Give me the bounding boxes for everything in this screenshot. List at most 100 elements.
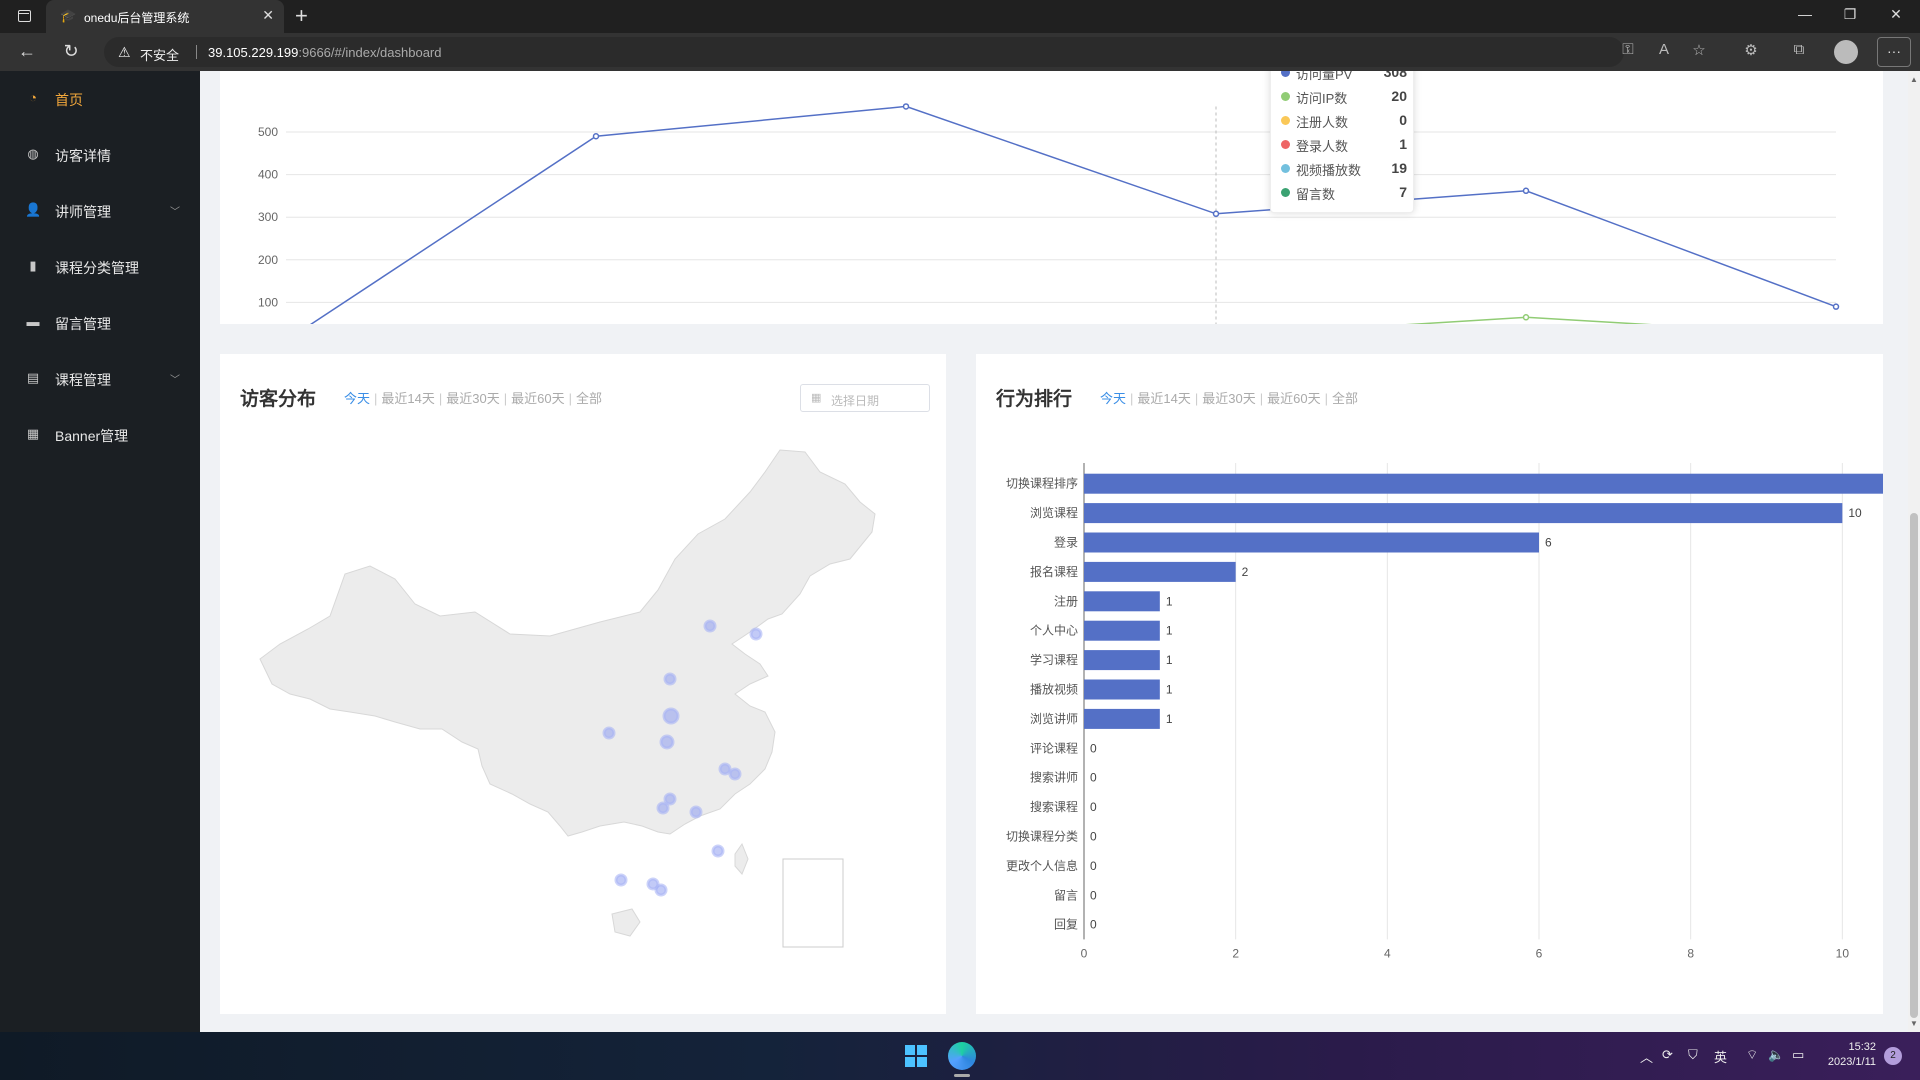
insecure-label: 不安全: [140, 48, 180, 63]
dashboard-icon: ◔: [29, 90, 37, 105]
tooltip-series-value: 19: [1391, 160, 1407, 176]
tooltip-series-value: 1: [1399, 136, 1407, 152]
volume-icon[interactable]: 🔈: [1768, 1047, 1784, 1063]
series-line: [285, 105, 1837, 342]
tooltip-series-name: 访问量PV: [1296, 71, 1353, 82]
book-icon: ▮: [29, 258, 37, 273]
behavior-bar-chart: 024681012切换课程排序12浏览课程10登录6报名课程2注册1个人中心1学…: [1006, 463, 1883, 960]
y-tick-label: 200: [258, 253, 278, 267]
profile-avatar[interactable]: [1834, 40, 1858, 64]
sidebar-item-label: 留言管理: [55, 316, 111, 332]
browser-toolbar: ← ↻ ⚠ 不安全 39.105.229.199:9666/#/index/da…: [0, 33, 1920, 71]
bar: [1084, 620, 1160, 641]
series-point: [902, 103, 910, 110]
new-tab-icon[interactable]: +: [295, 3, 308, 29]
sidebar-item-teachers[interactable]: 👤 讲师管理 ﹀: [0, 183, 200, 239]
category-label: 播放视频: [1030, 682, 1078, 697]
extensions-icon[interactable]: ⚙: [1740, 41, 1762, 59]
key-icon[interactable]: ⚿: [1617, 41, 1639, 58]
back-icon[interactable]: ←: [16, 41, 38, 62]
ime-indicator[interactable]: 英: [1714, 1047, 1727, 1066]
collections-icon[interactable]: ⧉: [1788, 41, 1810, 58]
close-tab-icon[interactable]: ✕: [262, 7, 274, 24]
category-label: 更改个人信息: [1006, 858, 1078, 873]
url-divider: [196, 45, 197, 59]
scrollbar-thumb[interactable]: [1910, 513, 1918, 1018]
comment-icon: ▬: [26, 314, 40, 329]
sidebar-item-messages[interactable]: ▬ 留言管理: [0, 295, 200, 351]
y-tick-label: 500: [258, 125, 278, 139]
url-text: 39.105.229.199:9666/#/index/dashboard: [208, 45, 442, 60]
battery-icon[interactable]: ▭: [1792, 1047, 1804, 1063]
bar-value-label: 0: [1090, 830, 1097, 844]
trend-chart-card: 01002003004005002023-01-062023-01-072023…: [220, 71, 1883, 366]
bar-value-label: 0: [1090, 888, 1097, 902]
refresh-icon[interactable]: ↻: [60, 41, 82, 62]
more-menu-icon[interactable]: ···: [1877, 37, 1911, 67]
sidebar-item-banners[interactable]: ▦ Banner管理: [0, 407, 200, 463]
visitor-point: [703, 619, 717, 633]
x-tick-label: 10: [1836, 946, 1850, 960]
scroll-down-icon[interactable]: ▼: [1910, 1019, 1918, 1028]
bar: [1084, 532, 1539, 553]
minimize-icon[interactable]: —: [1793, 6, 1817, 22]
trend-line-chart: 01002003004005002023-01-062023-01-072023…: [255, 103, 1867, 366]
series-point: [1522, 314, 1530, 321]
favorite-icon[interactable]: ☆: [1688, 41, 1710, 59]
bar: [1084, 473, 1883, 494]
wifi-icon[interactable]: ⌔: [1746, 1047, 1758, 1063]
page-scrollbar[interactable]: ▲ ▼: [1908, 71, 1920, 1032]
category-label: 学习课程: [1030, 652, 1078, 667]
y-tick-label: 100: [258, 295, 278, 309]
category-label: 浏览课程: [1030, 505, 1078, 520]
warning-icon: ⚠: [118, 44, 131, 60]
tooltip-series-name: 访问IP数: [1296, 91, 1348, 106]
legend-dot: [1281, 188, 1290, 197]
sidebar-item-courses[interactable]: ▤ 课程管理 ﹀: [0, 351, 200, 407]
tooltip-row: 视频播放数 19: [1281, 159, 1407, 179]
sidebar-item-label: 课程管理: [55, 372, 111, 388]
legend-dot: [1281, 164, 1290, 173]
browser-titlebar: 🎓 onedu后台管理系统 ✕ + — ❐ ✕: [0, 0, 1920, 33]
sidebar-item-home[interactable]: ◔ 首页: [0, 71, 200, 127]
edge-browser-icon[interactable]: [948, 1042, 976, 1070]
bar-value-label: 10: [1848, 506, 1862, 520]
sidebar-item-course-categories[interactable]: ▮ 课程分类管理: [0, 239, 200, 295]
category-label: 搜索课程: [1030, 799, 1078, 814]
tooltip-row: 访问IP数 20: [1281, 87, 1407, 107]
behavior-ranking-card: 行为排行 今天|最近14天|最近30天|最近60天|全部 024681012切换…: [976, 354, 1883, 1014]
taiwan-island: [734, 842, 749, 875]
system-clock[interactable]: 15:32 2023/1/11: [1820, 1040, 1876, 1070]
visitor-point: [718, 762, 732, 776]
chevron-down-icon: ﹀: [170, 207, 180, 218]
visitor-point: [659, 734, 675, 750]
sidebar: ◔ 首页 ◍ 访客详情 👤 讲师管理 ﹀ ▮ 课程分类管理 ▬ 留言管理 ▤ 课…: [0, 71, 200, 1032]
sidebar-item-visitors[interactable]: ◍ 访客详情: [0, 127, 200, 183]
browser-tab[interactable]: 🎓 onedu后台管理系统 ✕: [46, 0, 284, 33]
category-label: 注册: [1054, 593, 1078, 608]
visitor-point: [711, 844, 725, 858]
clock-date: 2023/1/11: [1827, 1056, 1876, 1068]
read-aloud-icon[interactable]: A: [1653, 41, 1675, 58]
close-window-icon[interactable]: ✕: [1884, 6, 1908, 23]
chevron-up-icon[interactable]: ︿: [1640, 1047, 1653, 1066]
visitor-point: [749, 627, 763, 641]
sidebar-item-label: Banner管理: [55, 428, 129, 444]
chevron-down-icon: ﹀: [170, 375, 180, 386]
sync-icon[interactable]: ⟳: [1662, 1047, 1673, 1063]
bar: [1084, 679, 1160, 700]
tooltip-series-value: 0: [1399, 112, 1407, 128]
tab-actions-icon[interactable]: [18, 10, 31, 22]
scroll-up-icon[interactable]: ▲: [1910, 75, 1918, 84]
address-bar[interactable]: ⚠ 不安全 39.105.229.199:9666/#/index/dashbo…: [104, 37, 1624, 67]
shield-icon[interactable]: ⛉: [1688, 1047, 1698, 1063]
windows-start-icon[interactable]: [905, 1045, 927, 1067]
bar: [1084, 561, 1236, 582]
sidebar-item-label: 讲师管理: [55, 204, 111, 220]
notification-badge[interactable]: 2: [1884, 1047, 1902, 1065]
tooltip-row: 注册人数 0: [1281, 111, 1407, 131]
url-host: 39.105.229.199: [208, 45, 299, 60]
tooltip-row: 访问量PV 308: [1281, 71, 1407, 83]
category-label: 报名课程: [1030, 564, 1078, 579]
restore-icon[interactable]: ❐: [1838, 6, 1862, 23]
